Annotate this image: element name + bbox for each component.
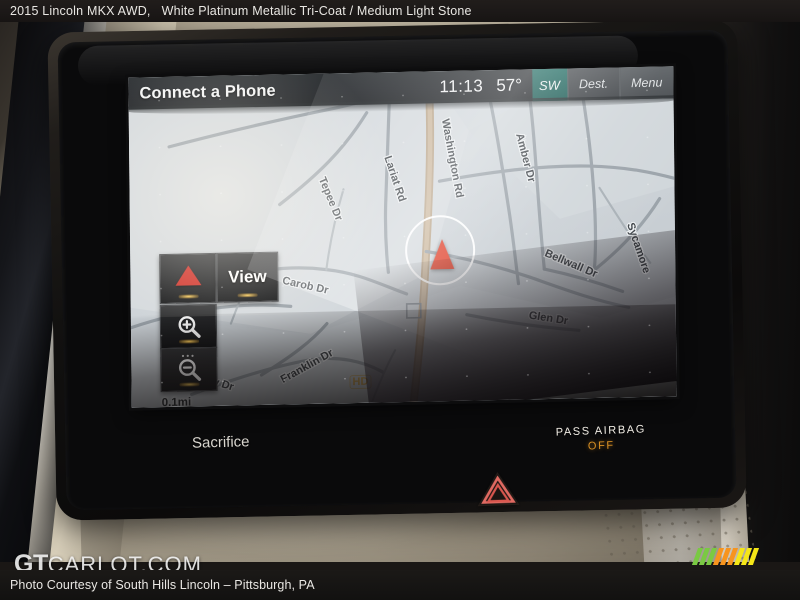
map-zoom-in-button[interactable] <box>159 303 218 350</box>
vehicle-colors: White Platinum Metallic Tri-Coat / Mediu… <box>161 4 472 18</box>
vehicle-title: 2015 Lincoln MKX AWD, <box>10 4 151 18</box>
button-backlight <box>178 339 199 344</box>
screenshot-root: 2015 Lincoln MKX AWD, White Platinum Met… <box>0 0 800 600</box>
pass-airbag-label: PASS AIRBAG <box>555 423 647 439</box>
map-scale-label: 0.1mi <box>161 396 192 408</box>
destination-button[interactable]: Dest. <box>566 67 620 101</box>
button-backlight <box>237 293 258 298</box>
north-arrow-icon <box>174 265 202 286</box>
caption-text: 2015 Lincoln MKX AWD, White Platinum Met… <box>0 4 472 18</box>
scroll-dots-icon: ••• <box>181 351 196 361</box>
button-backlight <box>178 294 199 299</box>
view-button-label: View <box>228 266 267 287</box>
footer-bar: Photo Courtesy of South Hills Lincoln – … <box>0 570 800 600</box>
button-backlight <box>179 382 200 387</box>
hazard-warning-triangle-icon <box>477 472 520 507</box>
photo-credit: Photo Courtesy of South Hills Lincoln – … <box>10 578 315 592</box>
vehicle-arrow-icon <box>430 238 455 270</box>
pass-airbag-indicator: PASS AIRBAG OFF <box>556 423 647 453</box>
caption-bar: 2015 Lincoln MKX AWD, White Platinum Met… <box>0 0 800 22</box>
color-calibration-bars <box>691 548 760 565</box>
menu-button[interactable]: Menu <box>618 66 674 100</box>
navigation-screen[interactable]: Tepee Dr Lariat Rd Washington Rd Amber Dr Ca… <box>128 66 677 408</box>
map-heading-button[interactable] <box>159 252 217 305</box>
map-scale-indicator: 0.1mi <box>161 396 218 408</box>
screen-title[interactable]: Connect a Phone <box>128 81 275 103</box>
map-view-button[interactable]: View <box>216 251 279 303</box>
compass-indicator: SW <box>531 68 568 102</box>
magnifier-plus-icon <box>178 316 201 338</box>
temperature: 57° <box>496 75 523 96</box>
clock: 11:13 <box>439 76 484 97</box>
map-zoom-out-button[interactable]: ••• <box>160 346 218 393</box>
hd-traffic-badge: HD <box>349 374 372 390</box>
status-bar-right: 11:13 57° SW Dest. Menu <box>439 66 674 103</box>
reflection-text: Sacrifice <box>191 433 250 452</box>
hazard-light-button[interactable] <box>475 469 520 509</box>
compass-heading-label: SW <box>538 77 561 93</box>
